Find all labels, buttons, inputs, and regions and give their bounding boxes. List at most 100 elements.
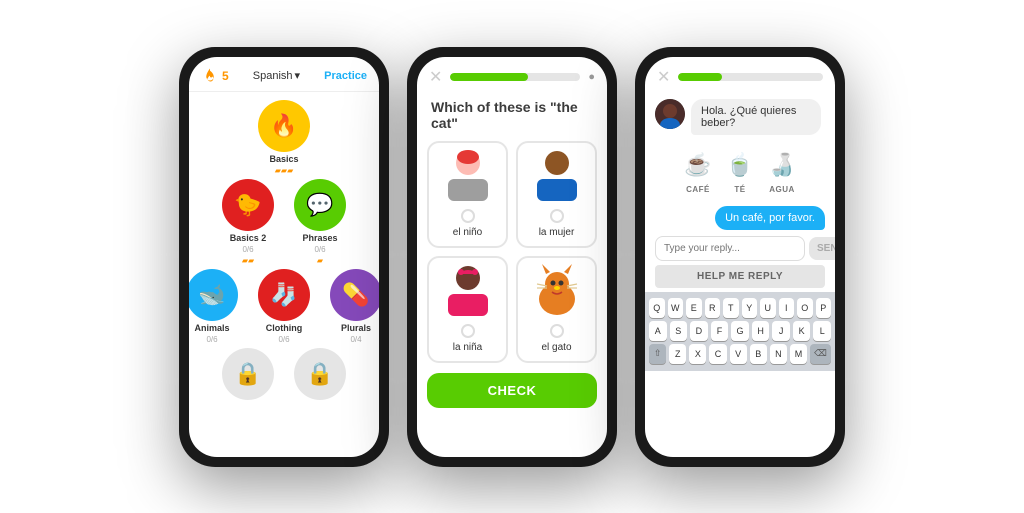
phone-3: ✕ Hola. ¿Qué quieres beber?: [635, 47, 845, 467]
key-g[interactable]: G: [731, 321, 749, 341]
language-name: Spanish: [253, 70, 293, 82]
phrases-progress: ▰: [317, 256, 323, 265]
clothing-label: Clothing: [266, 323, 303, 333]
phone1-header: 5 Spanish ▾ Practice: [189, 57, 379, 92]
plurals-sublabel: 0/4: [350, 335, 361, 344]
reply-input[interactable]: [655, 236, 805, 261]
quiz-option-la-mujer[interactable]: la mujer: [516, 141, 597, 248]
key-z[interactable]: Z: [669, 344, 686, 364]
help-me-reply-button[interactable]: HELP ME REPLY: [655, 265, 825, 288]
send-button[interactable]: SEND: [809, 237, 835, 260]
key-h[interactable]: H: [752, 321, 770, 341]
bot-bubble-1: Hola. ¿Qué quieres beber?: [691, 99, 821, 135]
drink-options: ☕ CAFÉ 🍵 TÉ 🍶 AGUA: [655, 143, 825, 198]
key-l[interactable]: L: [813, 321, 831, 341]
progress-bar: [450, 73, 580, 81]
key-w[interactable]: W: [668, 298, 684, 318]
key-v[interactable]: V: [730, 344, 747, 364]
plurals-circle[interactable]: 💊: [330, 269, 379, 321]
practice-button[interactable]: Practice: [324, 70, 367, 82]
key-f[interactable]: F: [711, 321, 729, 341]
el-nino-image: [442, 151, 494, 203]
key-y[interactable]: Y: [742, 298, 758, 318]
language-selector[interactable]: Spanish ▾: [253, 69, 300, 82]
key-r[interactable]: R: [705, 298, 721, 318]
key-t[interactable]: T: [723, 298, 739, 318]
drink-te[interactable]: 🍵 TÉ: [722, 147, 758, 194]
cat-svg: [532, 264, 582, 319]
key-q[interactable]: Q: [649, 298, 665, 318]
keyboard-row-3: ⇧ Z X C V B N M ⌫: [649, 344, 831, 364]
key-c[interactable]: C: [709, 344, 726, 364]
phone-1-screen: 5 Spanish ▾ Practice 🔥 Basics ▰▰▰: [189, 57, 379, 457]
te-label: TÉ: [734, 185, 745, 194]
la-nina-image: [442, 266, 494, 318]
key-u[interactable]: U: [760, 298, 776, 318]
chat-close-button[interactable]: ✕: [657, 67, 670, 87]
cafe-icon: ☕: [680, 147, 716, 183]
user-bubble-1: Un café, por favor.: [715, 206, 825, 230]
key-o[interactable]: O: [797, 298, 813, 318]
key-k[interactable]: K: [793, 321, 811, 341]
key-e[interactable]: E: [686, 298, 702, 318]
el-nino-label: el niño: [453, 227, 482, 238]
animals-circle[interactable]: 🐋: [189, 269, 238, 321]
bot-avatar: [655, 99, 685, 129]
lesson-locked-1: 🔒: [222, 348, 274, 400]
lesson-animals: 🐋 Animals 0/6: [189, 269, 238, 344]
keyboard-row-1: Q W E R T Y U I O P: [649, 298, 831, 318]
reply-row: SEND: [655, 236, 825, 261]
key-j[interactable]: J: [772, 321, 790, 341]
key-a[interactable]: A: [649, 321, 667, 341]
drink-cafe[interactable]: ☕ CAFÉ: [680, 147, 716, 194]
la-mujer-image: [531, 151, 583, 203]
basics2-sublabel: 0/6: [242, 245, 253, 254]
drink-agua[interactable]: 🍶 AGUA: [764, 147, 800, 194]
key-x[interactable]: X: [689, 344, 706, 364]
key-m[interactable]: M: [790, 344, 807, 364]
map-row-4: 🔒 🔒: [222, 348, 346, 400]
key-b[interactable]: B: [750, 344, 767, 364]
quiz-option-la-nina[interactable]: la niña: [427, 256, 508, 363]
lock-circle-1: 🔒: [222, 348, 274, 400]
clothing-circle[interactable]: 🧦: [258, 269, 310, 321]
shift-key[interactable]: ⇧: [649, 344, 666, 364]
key-i[interactable]: I: [779, 298, 795, 318]
lesson-clothing: 🧦 Clothing 0/6: [258, 269, 310, 344]
phone-2-screen: ✕ ● Which of these is "the cat": [417, 57, 607, 457]
phones-container: 5 Spanish ▾ Practice 🔥 Basics ▰▰▰: [0, 0, 1024, 513]
progress-bar-fill: [450, 73, 528, 81]
key-n[interactable]: N: [770, 344, 787, 364]
map-row-3: 🐋 Animals 0/6 🧦 Clothing 0/6 💊 Plurals 0…: [189, 269, 379, 344]
phrases-label: Phrases: [302, 233, 337, 243]
basics-circle[interactable]: 🔥: [258, 100, 310, 152]
quiz-option-el-gato[interactable]: el gato: [516, 256, 597, 363]
key-p[interactable]: P: [816, 298, 832, 318]
agua-label: AGUA: [769, 185, 795, 194]
la-nina-radio[interactable]: [461, 324, 475, 338]
phrases-circle[interactable]: 💬: [294, 179, 346, 231]
lesson-basics2: 🐤 Basics 2 0/6 ▰▰: [222, 179, 274, 265]
flame-icon: [201, 67, 219, 85]
clothing-sublabel: 0/6: [278, 335, 289, 344]
el-gato-radio[interactable]: [550, 324, 564, 338]
check-button[interactable]: CHECK: [427, 373, 597, 408]
te-icon: 🍵: [722, 147, 758, 183]
el-gato-label: el gato: [541, 342, 571, 353]
phrases-sublabel: 0/6: [314, 245, 325, 254]
key-d[interactable]: D: [690, 321, 708, 341]
el-nino-radio[interactable]: [461, 209, 475, 223]
plurals-label: Plurals: [341, 323, 371, 333]
quiz-option-el-nino[interactable]: el niño: [427, 141, 508, 248]
basics2-circle[interactable]: 🐤: [222, 179, 274, 231]
delete-key[interactable]: ⌫: [810, 344, 831, 364]
streak-badge: 5: [201, 67, 229, 85]
la-mujer-radio[interactable]: [550, 209, 564, 223]
quiz-options: el niño la mujer: [417, 141, 607, 363]
lock-circle-2: 🔒: [294, 348, 346, 400]
close-button[interactable]: ✕: [429, 67, 442, 87]
lesson-phrases: 💬 Phrases 0/6 ▰: [294, 179, 346, 265]
phone-2: ✕ ● Which of these is "the cat": [407, 47, 617, 467]
basics2-progress: ▰▰: [242, 256, 254, 265]
key-s[interactable]: S: [670, 321, 688, 341]
